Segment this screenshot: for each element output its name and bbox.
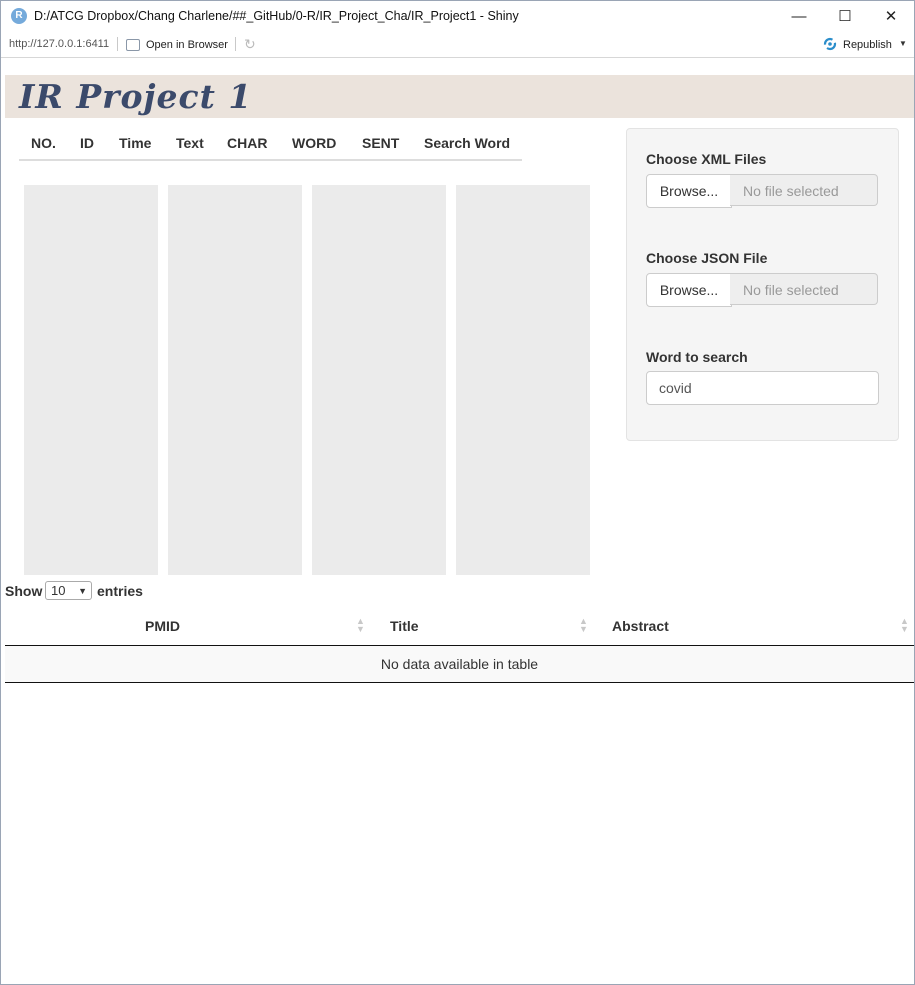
sidebar-panel: Choose XML Files Browse... No file selec… [626, 128, 899, 441]
r-app-icon: R [11, 8, 27, 24]
window-title: D:/ATCG Dropbox/Chang Charlene/##_GitHub… [34, 9, 519, 23]
open-in-browser-link[interactable]: Open in Browser [146, 39, 228, 51]
json-file-label: Choose JSON File [646, 250, 768, 266]
search-word-label: Word to search [646, 349, 748, 365]
output-placeholder [312, 185, 446, 575]
output-placeholder [456, 185, 590, 575]
table-row: No data available in table [5, 646, 914, 683]
tab-char[interactable]: CHAR [227, 135, 267, 151]
app-header: IR Project 1 [5, 75, 914, 118]
tab-no[interactable]: NO. [31, 135, 56, 151]
column-header-abstract[interactable]: Abstract [612, 618, 669, 634]
page-length-select[interactable]: 10 ▼ [45, 581, 92, 600]
sort-icon[interactable]: ▲ ▼ [579, 617, 588, 634]
show-label: Show [5, 583, 43, 599]
republish-icon[interactable] [823, 37, 837, 51]
maximize-button[interactable]: ☐ [822, 1, 868, 32]
tab-id[interactable]: ID [80, 135, 94, 151]
column-header-title[interactable]: Title [390, 618, 419, 634]
tab-word[interactable]: WORD [292, 135, 336, 151]
app-window: R D:/ATCG Dropbox/Chang Charlene/##_GitH… [0, 0, 915, 985]
xml-browse-button[interactable]: Browse... [646, 174, 732, 208]
column-header-pmid[interactable]: PMID [145, 618, 180, 634]
republish-button[interactable]: Republish [843, 39, 892, 51]
title-bar: R D:/ATCG Dropbox/Chang Charlene/##_GitH… [1, 1, 914, 32]
viewer-toolbar: http://127.0.0.1:6411 Open in Browser ↻ … [1, 33, 914, 58]
xml-files-label: Choose XML Files [646, 151, 767, 167]
divider [235, 37, 236, 51]
entries-label: entries [97, 583, 143, 599]
table-header: PMID ▲ ▼ Title ▲ ▼ Abstract ▲ ▼ [5, 608, 914, 646]
url-text: http://127.0.0.1:6411 [9, 38, 110, 50]
divider [117, 37, 118, 51]
tab-bar: NO. ID Time Text CHAR WORD SENT Search W… [19, 129, 522, 161]
output-placeholder [24, 185, 158, 575]
tab-sent[interactable]: SENT [362, 135, 399, 151]
page-length-value: 10 [51, 583, 66, 598]
tab-search-word[interactable]: Search Word [424, 135, 510, 151]
tab-time[interactable]: Time [119, 135, 151, 151]
search-word-input[interactable]: covid [646, 371, 879, 405]
sort-icon[interactable]: ▲ ▼ [356, 617, 365, 634]
close-button[interactable]: ✕ [868, 1, 914, 32]
sort-icon[interactable]: ▲ ▼ [900, 617, 909, 634]
page-title: IR Project 1 [19, 77, 253, 116]
empty-table-message: No data available in table [380, 656, 539, 672]
json-browse-button[interactable]: Browse... [646, 273, 732, 307]
minimize-button[interactable]: — [776, 1, 822, 32]
xml-file-field[interactable]: No file selected [730, 174, 878, 206]
tab-text[interactable]: Text [176, 135, 204, 151]
republish-dropdown-icon[interactable]: ▼ [899, 39, 907, 48]
refresh-icon[interactable]: ↻ [244, 36, 256, 53]
chevron-down-icon: ▼ [78, 586, 87, 596]
json-file-field[interactable]: No file selected [730, 273, 878, 305]
open-browser-icon[interactable] [126, 39, 140, 51]
output-placeholder [168, 185, 302, 575]
